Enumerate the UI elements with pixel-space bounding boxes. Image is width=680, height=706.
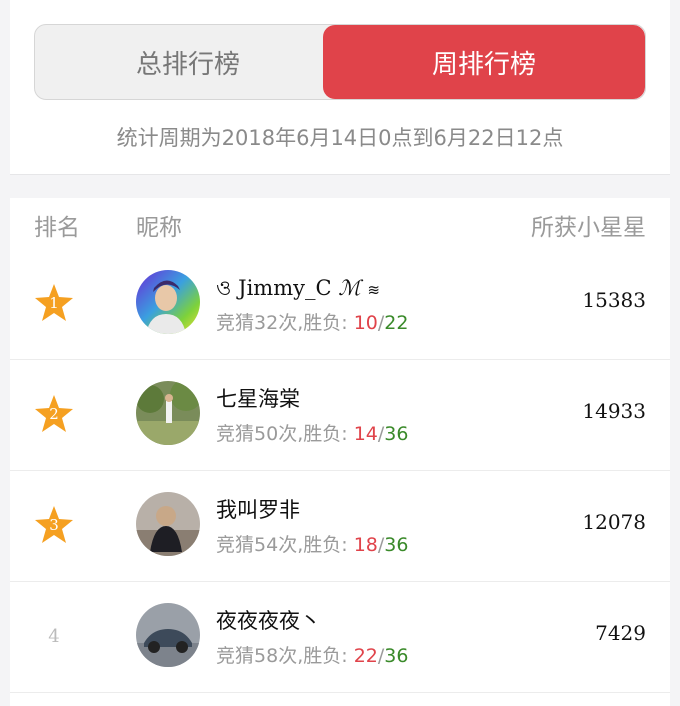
header-stars: 所获小星星 <box>531 215 646 241</box>
nickname: 七星海棠 <box>216 387 300 411</box>
record-mid: 次,胜负: <box>278 645 354 667</box>
wins: 10 <box>353 312 378 334</box>
nick-suffix-symbol: ℳ <box>338 276 361 300</box>
guess-count: 58 <box>254 645 279 667</box>
star-count: 7429 <box>595 621 646 645</box>
tab-weekly-ranking[interactable]: 周排行榜 <box>323 25 645 99</box>
wifi-icon: ≋ <box>367 281 380 299</box>
ranking-list: 排名 昵称 所获小星星 1 ও Jimmy_C ℳ ≋ 竞猜32次,胜负: 10… <box>10 198 670 706</box>
nickname: 夜夜夜夜丶 <box>216 609 321 633</box>
guess-record: 竞猜50次,胜负: 14/36 <box>216 419 408 446</box>
nick-prefix-symbol: ও <box>216 276 232 300</box>
rank-number: 3 <box>49 516 59 534</box>
statistics-period: 统计周期为2018年6月14日0点到6月22日12点 <box>116 126 564 150</box>
record-prefix: 竞猜 <box>216 534 255 556</box>
wins: 18 <box>353 534 378 556</box>
record-mid: 次,胜负: <box>278 423 354 445</box>
avatar[interactable] <box>136 492 200 556</box>
wins: 14 <box>353 423 378 445</box>
losses: 22 <box>384 312 409 334</box>
guess-record: 竞猜54次,胜负: 18/36 <box>216 530 408 557</box>
avatar[interactable] <box>136 381 200 445</box>
record-prefix: 竞猜 <box>216 423 255 445</box>
guess-record: 竞猜58次,胜负: 22/36 <box>216 641 408 668</box>
guess-count: 54 <box>254 534 279 556</box>
star-count: 12078 <box>582 510 646 534</box>
avatar[interactable] <box>136 270 200 334</box>
rank-number: 4 <box>48 626 60 647</box>
table-row[interactable]: 1 ও Jimmy_C ℳ ≋ 竞猜32次,胜负: 10/22 15383 <box>10 248 670 360</box>
table-row[interactable]: 2 七星海棠 竞猜50次,胜负: 14/36 14933 <box>10 359 670 471</box>
record-mid: 次,胜负: <box>278 312 354 334</box>
losses: 36 <box>384 645 409 667</box>
guess-record: 竞猜32次,胜负: 10/22 <box>216 308 408 335</box>
wins: 22 <box>353 645 378 667</box>
record-mid: 次,胜负: <box>278 534 354 556</box>
rank-number: 2 <box>49 405 59 423</box>
guess-count: 32 <box>254 312 279 334</box>
rank-star-badge: 3 <box>34 505 74 545</box>
table-row[interactable]: 3 我叫罗非 竞猜54次,胜负: 18/36 12078 <box>10 470 670 582</box>
nickname: ও Jimmy_C ℳ ≋ <box>216 272 380 307</box>
rank-star-badge: 1 <box>34 283 74 323</box>
header-rank: 排名 <box>34 215 80 241</box>
table-header: 排名 昵称 所获小星星 <box>10 198 670 248</box>
star-count: 15383 <box>582 288 646 312</box>
guess-count: 50 <box>254 423 279 445</box>
avatar[interactable] <box>136 603 200 667</box>
header-nickname: 昵称 <box>136 215 182 241</box>
record-prefix: 竞猜 <box>216 312 255 334</box>
rank-number-plain: 4 <box>34 616 74 656</box>
rank-number: 1 <box>49 294 59 312</box>
tab-total-ranking[interactable]: 总排行榜 <box>35 25 341 99</box>
star-count: 14933 <box>582 399 646 423</box>
nickname: 我叫罗非 <box>216 498 300 522</box>
losses: 36 <box>384 534 409 556</box>
nickname-text: Jimmy_C <box>238 276 332 300</box>
ranking-tab-switcher: 总排行榜 周排行榜 <box>34 24 646 100</box>
table-row[interactable]: 4 夜夜夜夜丶 竞猜58次,胜负: 22/36 7429 <box>10 581 670 693</box>
record-prefix: 竞猜 <box>216 645 255 667</box>
losses: 36 <box>384 423 409 445</box>
rank-star-badge: 2 <box>34 394 74 434</box>
ranking-tabs-panel: 总排行榜 周排行榜 统计周期为2018年6月14日0点到6月22日12点 <box>10 0 670 175</box>
